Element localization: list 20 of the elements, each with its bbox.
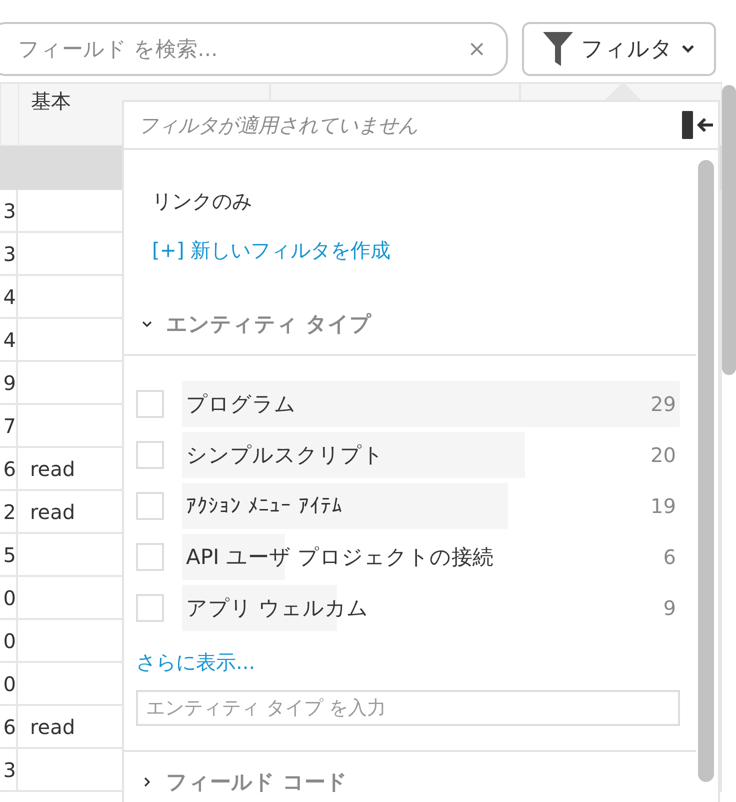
table-cell: 9	[0, 362, 18, 405]
facet-count: 20	[650, 442, 676, 466]
table-cell: 3	[0, 190, 18, 233]
facet-count: 6	[663, 544, 676, 568]
table-cell: 4	[0, 276, 18, 319]
table-cell: 5	[0, 534, 18, 577]
table-cell: 0	[0, 620, 18, 663]
table-cell: 2	[0, 491, 18, 534]
table-cell: 3	[0, 233, 18, 276]
table-cell: 3	[0, 749, 18, 792]
table-cell: 0	[0, 663, 18, 706]
table-cell: 6	[0, 448, 18, 491]
table-cell: 0	[0, 577, 18, 620]
filter-status: フィルタが適用されていません	[138, 112, 418, 138]
table-cell: 6	[0, 706, 18, 749]
table-cell: 7	[0, 405, 18, 448]
facet-count: 9	[663, 596, 676, 620]
facet-count: 29	[650, 392, 676, 416]
table-cell: 4	[0, 319, 18, 362]
facet-count: 19	[650, 494, 676, 518]
